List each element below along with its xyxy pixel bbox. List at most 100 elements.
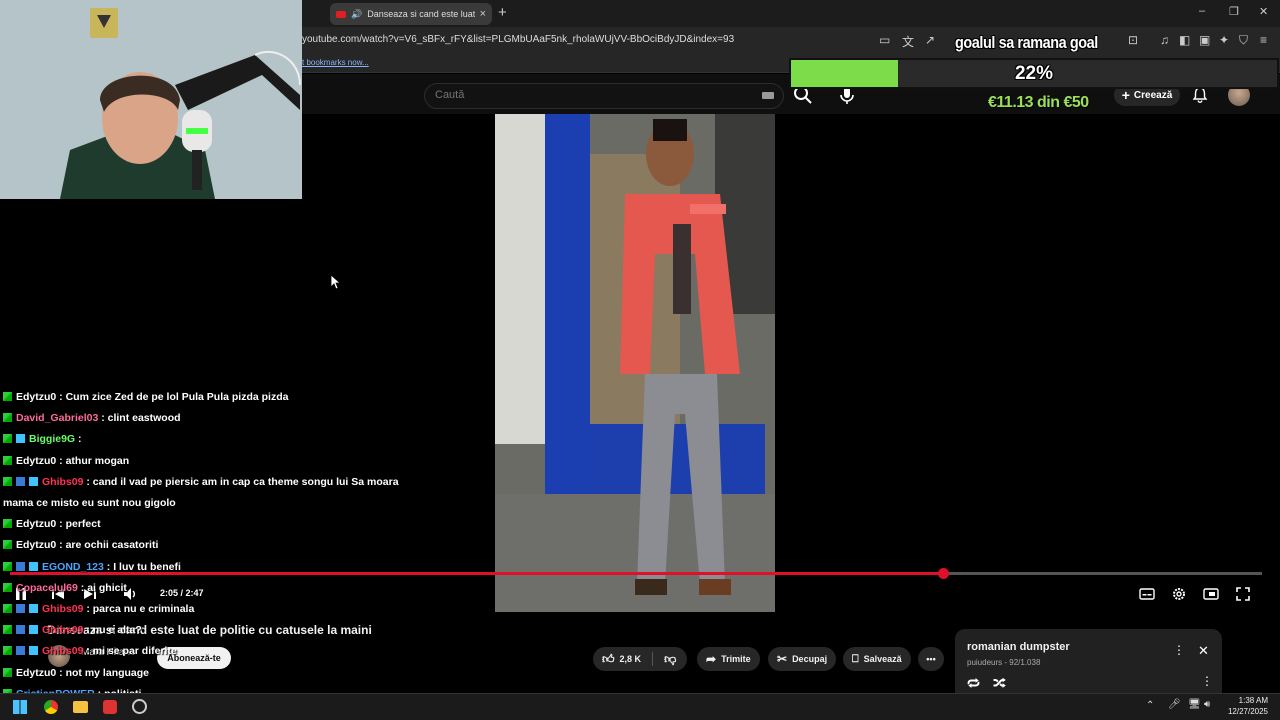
keyboard-icon[interactable] [762, 92, 774, 99]
fullscreen-icon[interactable] [1235, 586, 1251, 602]
chat-badge-icon [29, 476, 38, 486]
sidebar-icon[interactable]: ◧ [1179, 33, 1190, 47]
chat-username: Edytzu0 [16, 391, 57, 403]
tray-mic-icon[interactable]: 🎤︎ [1168, 699, 1181, 710]
playlist-more-icon[interactable]: ⋮ [1173, 643, 1185, 657]
search-input[interactable] [435, 89, 735, 101]
more-actions-button[interactable]: ••• [918, 647, 944, 671]
tray-volume-icon[interactable]: 🔊︎ [1204, 699, 1210, 710]
browser-tab-active[interactable]: 🔊 Danseaza si cand este luat de × [330, 3, 492, 25]
webcam-overlay [0, 0, 302, 199]
video-frame[interactable] [495, 114, 775, 612]
youtube-favicon-icon [336, 10, 346, 18]
settings-gear-icon[interactable] [1171, 586, 1187, 602]
create-label: Creează [1133, 89, 1173, 101]
chat-badge-icon [3, 413, 12, 423]
donation-goal-percent: 22% [1014, 63, 1054, 84]
chat-message: Biggie9G : [3, 433, 82, 445]
translate-icon[interactable]: 文 [902, 33, 914, 50]
chat-badge-icon [3, 540, 12, 550]
chat-message: Edytzu0 : Cum zice Zed de pe lol Pula Pu… [3, 391, 288, 403]
dislike-button[interactable]: 👎︎ [664, 652, 676, 667]
chat-message: David_Gabriel03 : clint eastwood [3, 412, 181, 424]
chat-badge-icon [3, 434, 12, 444]
shield-icon[interactable]: ⛉ [1239, 33, 1248, 48]
tray-network-icon[interactable]: 🖥︎ [1188, 699, 1201, 710]
speaker-icon: 🔊 [351, 8, 363, 19]
wallet-icon[interactable]: ▣ [1199, 33, 1210, 47]
chat-text: : I luv tu benefi [103, 560, 181, 573]
chat-username: Edytzu0 [16, 666, 57, 679]
chat-text: : are ochii casatoriti [56, 539, 159, 552]
like-count: 2,8 K [619, 654, 642, 664]
player-time: 2:05 / 2:47 [160, 588, 204, 598]
screenshot-icon[interactable]: ⊡ [1128, 33, 1138, 47]
obs-icon[interactable] [132, 699, 147, 714]
music-icon[interactable]: ♫ [1160, 33, 1169, 47]
tab-close-icon[interactable]: × [480, 8, 486, 20]
playlist-title[interactable]: romanian dumpster [967, 641, 1070, 653]
chat-username: Biggie9G [29, 433, 76, 446]
chat-username: Copacelul69 [16, 581, 78, 594]
chat-message: Ghibs09 : mi se par diferite [3, 645, 177, 657]
ai-sparkle-icon[interactable]: ✦ [1219, 33, 1229, 47]
chat-username: Ghibs09 [42, 603, 84, 615]
taskbar-clock-time[interactable]: 1:38 AM [1230, 696, 1268, 705]
mouse-cursor-icon [331, 275, 341, 289]
like-button[interactable]: 👍︎ 2,8 K [602, 652, 641, 667]
taskbar-clock-date[interactable]: 12/27/2025 [1222, 707, 1268, 716]
share-label: Trimite [721, 654, 751, 664]
save-label: Salvează [863, 654, 902, 664]
save-button[interactable]: ⎕ Salvează [843, 647, 911, 671]
search-box[interactable] [424, 83, 784, 109]
chat-badge-icon [16, 646, 25, 656]
scissors-icon: ✂ [777, 652, 788, 666]
chat-text: : ai ghicit [77, 581, 127, 594]
windows-start-icon[interactable] [13, 700, 27, 714]
chat-badge-icon [3, 667, 12, 677]
chat-text: : nu e alta? [83, 624, 142, 637]
subtitles-icon[interactable] [1139, 586, 1155, 602]
thumbs-up-icon: 👍︎ [602, 651, 615, 666]
new-tab-button[interactable]: + [498, 4, 507, 21]
donation-goal-amount: €11.13 din €50 [988, 94, 1089, 111]
share-icon[interactable]: ↗ [925, 33, 935, 47]
chat-badge-icon [16, 434, 25, 444]
chat-text: : perfect [56, 518, 101, 531]
chat-username: David_Gabriel03 [16, 412, 99, 425]
app-icon[interactable] [103, 700, 117, 714]
chat-badge-icon [16, 561, 25, 571]
chat-message: Edytzu0 : not my language [3, 667, 149, 679]
progress-scrubber-handle[interactable] [937, 568, 949, 579]
chat-text: : not my language [56, 666, 150, 679]
chat-message: Ghibs09 : cand il vad pe piersic am in c… [3, 476, 399, 488]
playlist-menu-icon[interactable]: ⋮ [1201, 674, 1213, 688]
chat-badge-icon [29, 561, 38, 571]
share-button[interactable]: ➦ Trimite [697, 647, 760, 671]
playlist-close-icon[interactable]: ✕ [1198, 643, 1209, 659]
share-arrow-icon: ➦ [706, 652, 717, 666]
theater-mode-icon[interactable] [1203, 586, 1219, 602]
donation-goal-title: goalul sa ramana goal [955, 33, 1098, 52]
video-progress-bar[interactable] [10, 568, 1262, 579]
clip-button[interactable]: ✂ Decupaj [768, 647, 837, 671]
url-field[interactable]: youtube.com/watch?v=V6_sBFx_rFY&list=PLG… [302, 34, 734, 45]
playlist-panel: romanian dumpster puiudeurs - 92/1.038 ⋮… [955, 629, 1222, 699]
menu-icon[interactable]: ≡ [1260, 33, 1267, 47]
cast-icon[interactable]: ▭ [879, 33, 890, 47]
file-explorer-icon[interactable] [73, 701, 88, 713]
close-window-button[interactable]: ✕ [1259, 5, 1268, 18]
chat-text: : clint eastwood [98, 412, 181, 425]
chat-text: : mi se par diferite [83, 645, 177, 658]
maximize-button[interactable]: ❐ [1229, 5, 1239, 18]
shuffle-icon[interactable]: 🔀︎ [993, 674, 1006, 693]
minimize-button[interactable]: – [1199, 5, 1205, 17]
chrome-icon[interactable] [44, 700, 58, 714]
chat-username: Edytzu0 [16, 539, 57, 552]
like-dislike-group: 👍︎ 2,8 K 👎︎ [593, 647, 687, 671]
chat-badge-icon [3, 519, 12, 529]
import-bookmarks-link[interactable]: t bookmarks now... [302, 58, 369, 67]
loop-icon[interactable]: 🔁︎ [967, 674, 980, 693]
tray-chevron-icon[interactable]: ⌃ [1146, 700, 1154, 711]
chat-message: EGOND_123 : I luv tu benefi [3, 561, 181, 573]
